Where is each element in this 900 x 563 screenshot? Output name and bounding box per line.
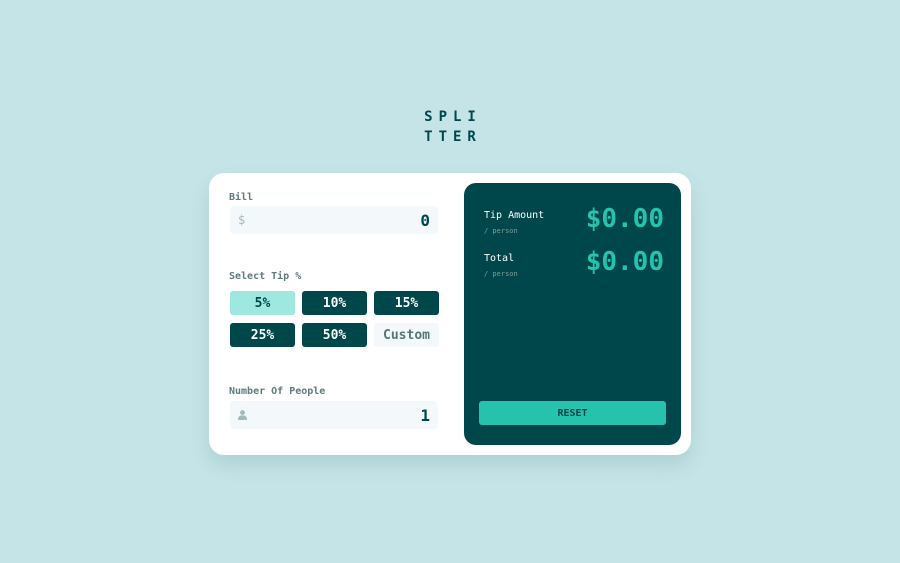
tip-custom-input[interactable]: Custom [374, 323, 439, 347]
total-row: Total / person $0.00 [484, 247, 664, 278]
reset-button[interactable]: RESET [479, 401, 666, 425]
tip-button-25[interactable]: 25% [230, 323, 295, 347]
logo-line-1: SPLI [424, 109, 482, 125]
people-value: 1 [420, 405, 430, 425]
select-tip-label: Select Tip % [229, 271, 302, 282]
tip-amount-value: $0.00 [585, 204, 664, 234]
person-icon [238, 410, 247, 420]
results-panel: Tip Amount / person $0.00 Total / person… [464, 183, 681, 445]
logo-line-2: TTER [424, 129, 482, 145]
app-logo: SPLI TTER [0, 107, 900, 147]
people-input[interactable]: 1 [230, 401, 438, 429]
people-label: Number Of People [229, 386, 326, 397]
dollar-icon: $ [238, 213, 246, 227]
bill-value: 0 [420, 210, 430, 230]
tip-amount-row: Tip Amount / person $0.00 [484, 204, 664, 235]
calculator-card: Bill $ 0 Select Tip % 5% 10% 15% 25% 50%… [209, 173, 691, 455]
bill-label: Bill [229, 192, 254, 203]
tip-button-5[interactable]: 5% [230, 291, 295, 315]
bill-input[interactable]: $ 0 [230, 206, 438, 234]
tip-button-15[interactable]: 15% [374, 291, 439, 315]
tip-button-10[interactable]: 10% [302, 291, 367, 315]
total-value: $0.00 [585, 247, 664, 277]
tip-button-50[interactable]: 50% [302, 323, 367, 347]
